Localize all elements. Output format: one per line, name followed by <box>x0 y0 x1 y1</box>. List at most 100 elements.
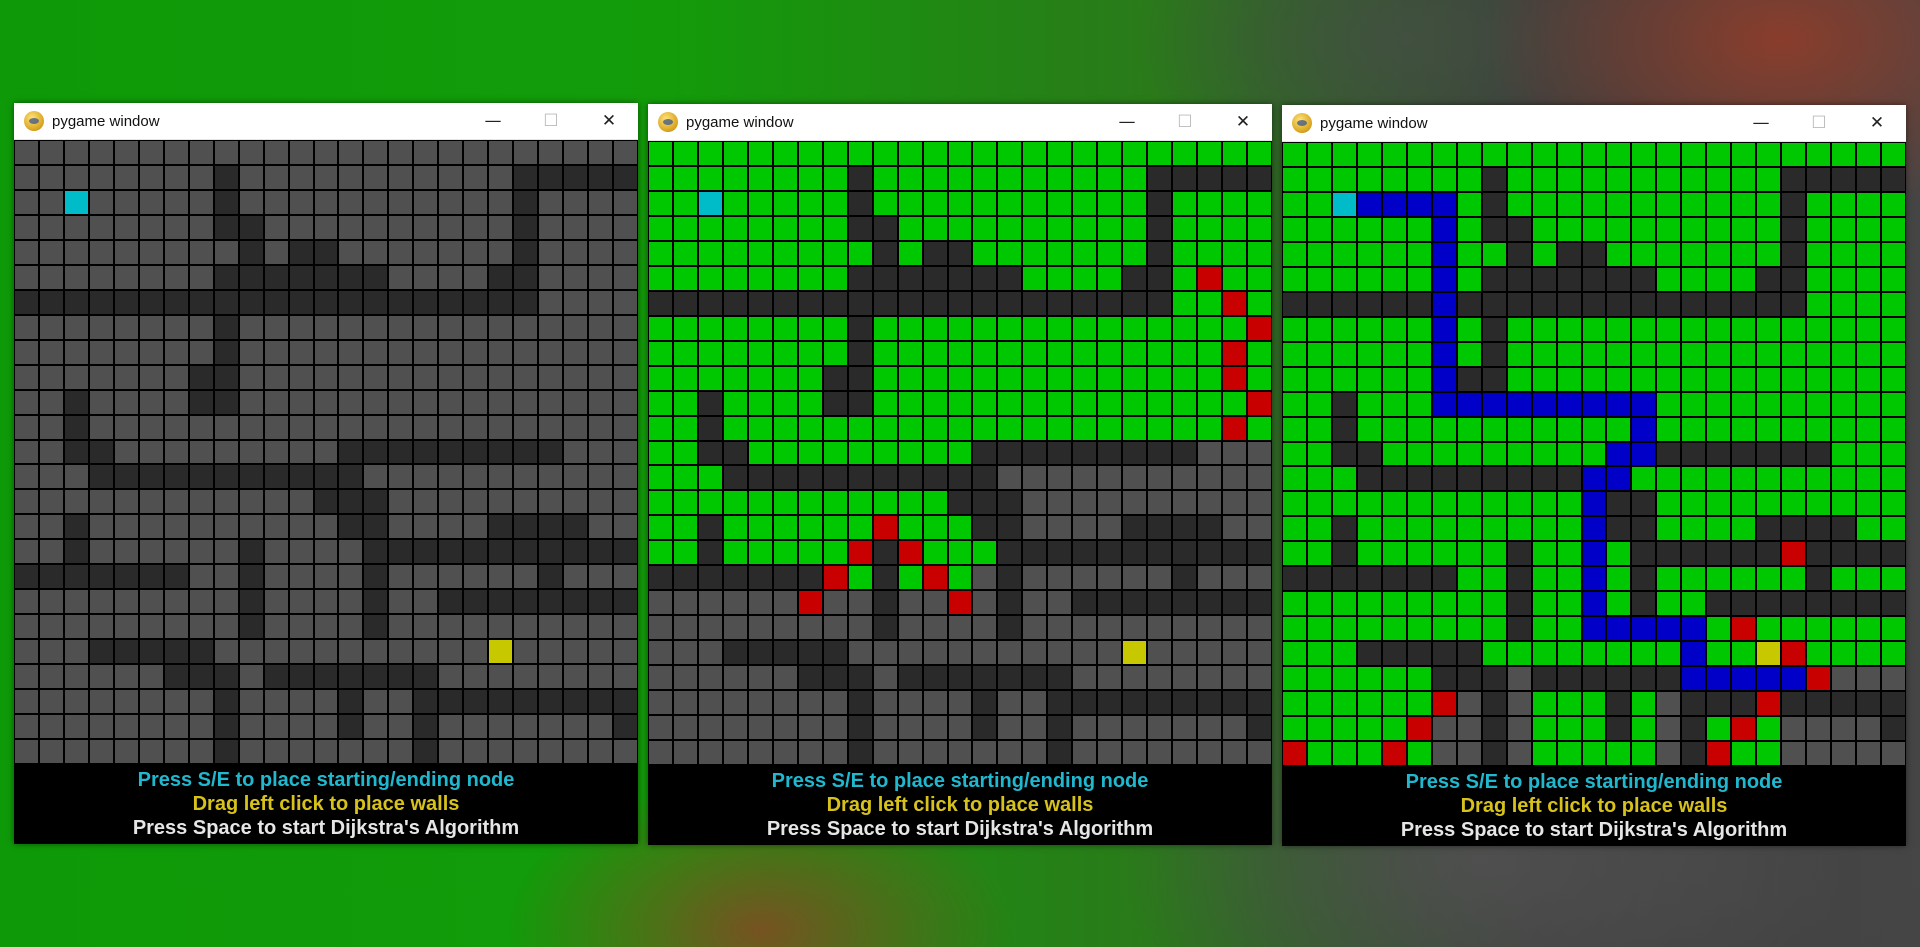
visited-cell[interactable] <box>1607 567 1631 591</box>
grid-cell[interactable] <box>264 215 288 239</box>
grid-cell[interactable] <box>64 315 88 339</box>
grid-cell[interactable] <box>614 490 637 514</box>
grid-cell[interactable] <box>1048 516 1072 540</box>
grid-cell[interactable] <box>589 390 613 414</box>
grid-cell[interactable] <box>614 640 637 664</box>
visited-cell[interactable] <box>923 366 947 390</box>
visited-cell[interactable] <box>698 216 722 240</box>
visited-cell[interactable] <box>1632 642 1656 666</box>
grid-cell[interactable] <box>64 240 88 264</box>
wall-cell[interactable] <box>1432 467 1456 491</box>
visited-cell[interactable] <box>1732 143 1756 166</box>
wall-cell[interactable] <box>1432 642 1456 666</box>
wall-cell[interactable] <box>64 565 88 589</box>
visited-cell[interactable] <box>1857 517 1881 541</box>
grid-cell[interactable] <box>139 415 163 439</box>
visited-cell[interactable] <box>1532 317 1556 341</box>
visited-cell[interactable] <box>898 191 922 215</box>
grid-cell[interactable] <box>439 141 463 164</box>
wall-cell[interactable] <box>1198 691 1222 715</box>
visited-cell[interactable] <box>1457 317 1481 341</box>
visited-cell[interactable] <box>823 316 847 340</box>
grid-cell[interactable] <box>1023 616 1047 640</box>
visited-cell[interactable] <box>1283 542 1306 566</box>
wall-cell[interactable] <box>439 440 463 464</box>
grid-cell[interactable] <box>1173 491 1197 515</box>
visited-cell[interactable] <box>1357 367 1381 391</box>
visited-cell[interactable] <box>1682 267 1706 291</box>
grid-cell[interactable] <box>189 565 213 589</box>
grid-cell[interactable] <box>214 490 238 514</box>
wall-cell[interactable] <box>1173 516 1197 540</box>
wall-cell[interactable] <box>923 466 947 490</box>
grid-cell[interactable] <box>389 590 413 614</box>
visited-cell[interactable] <box>1857 567 1881 591</box>
wall-cell[interactable] <box>514 440 538 464</box>
grid-cell[interactable] <box>439 340 463 364</box>
visited-cell[interactable] <box>1123 241 1147 265</box>
wall-cell[interactable] <box>439 290 463 314</box>
visited-cell[interactable] <box>823 216 847 240</box>
visited-cell[interactable] <box>973 391 997 415</box>
visited-cell[interactable] <box>948 366 972 390</box>
visited-cell[interactable] <box>1807 417 1831 441</box>
visited-cell[interactable] <box>1857 392 1881 416</box>
visited-cell[interactable] <box>948 216 972 240</box>
grid-cell[interactable] <box>264 615 288 639</box>
grid-cell[interactable] <box>189 215 213 239</box>
grid-cell[interactable] <box>1073 466 1097 490</box>
wall-cell[interactable] <box>773 291 797 315</box>
wall-cell[interactable] <box>1632 492 1656 516</box>
wall-cell[interactable] <box>748 566 772 590</box>
visited-cell[interactable] <box>673 191 697 215</box>
visited-cell[interactable] <box>1707 717 1731 741</box>
wall-cell[interactable] <box>614 690 637 714</box>
visited-cell[interactable] <box>1407 542 1431 566</box>
grid-cell[interactable] <box>1098 666 1122 690</box>
visited-cell[interactable] <box>1832 217 1856 241</box>
visited-cell[interactable] <box>923 191 947 215</box>
visited-cell[interactable] <box>1882 617 1905 641</box>
wall-cell[interactable] <box>1307 292 1331 316</box>
grid-cell[interactable] <box>748 591 772 615</box>
grid-cell[interactable] <box>339 141 363 164</box>
grid-cell[interactable] <box>139 240 163 264</box>
grid-cell[interactable] <box>389 515 413 539</box>
grid-cell[interactable] <box>673 691 697 715</box>
visited-cell[interactable] <box>1023 191 1047 215</box>
grid-cell[interactable] <box>189 615 213 639</box>
grid-cell[interactable] <box>798 741 822 764</box>
wall-cell[interactable] <box>364 515 388 539</box>
grid-cell[interactable] <box>314 565 338 589</box>
wall-cell[interactable] <box>823 391 847 415</box>
wall-cell[interactable] <box>614 165 637 189</box>
grid-cell[interactable] <box>439 190 463 214</box>
grid-cell[interactable] <box>464 215 488 239</box>
visited-cell[interactable] <box>649 466 672 490</box>
grid-cell[interactable] <box>39 540 63 564</box>
visited-cell[interactable] <box>973 216 997 240</box>
visited-cell[interactable] <box>898 416 922 440</box>
path-cell[interactable] <box>1657 617 1681 641</box>
visited-cell[interactable] <box>1682 417 1706 441</box>
visited-cell[interactable] <box>1198 291 1222 315</box>
visited-cell[interactable] <box>1707 317 1731 341</box>
grid-cell[interactable] <box>339 415 363 439</box>
wall-cell[interactable] <box>1882 717 1905 741</box>
wall-cell[interactable] <box>439 540 463 564</box>
wall-cell[interactable] <box>1782 442 1806 466</box>
grid-cell[interactable] <box>39 640 63 664</box>
wall-cell[interactable] <box>89 565 113 589</box>
grid-cell[interactable] <box>39 515 63 539</box>
visited-cell[interactable] <box>1832 392 1856 416</box>
visited-cell[interactable] <box>1582 692 1606 716</box>
grid-cell[interactable] <box>873 666 897 690</box>
grid-cell[interactable] <box>698 666 722 690</box>
visited-cell[interactable] <box>898 241 922 265</box>
visited-cell[interactable] <box>1507 517 1531 541</box>
grid-cell[interactable] <box>948 741 972 764</box>
wall-cell[interactable] <box>464 690 488 714</box>
grid-cell[interactable] <box>314 440 338 464</box>
path-cell[interactable] <box>1582 542 1606 566</box>
visited-cell[interactable] <box>1482 143 1506 166</box>
